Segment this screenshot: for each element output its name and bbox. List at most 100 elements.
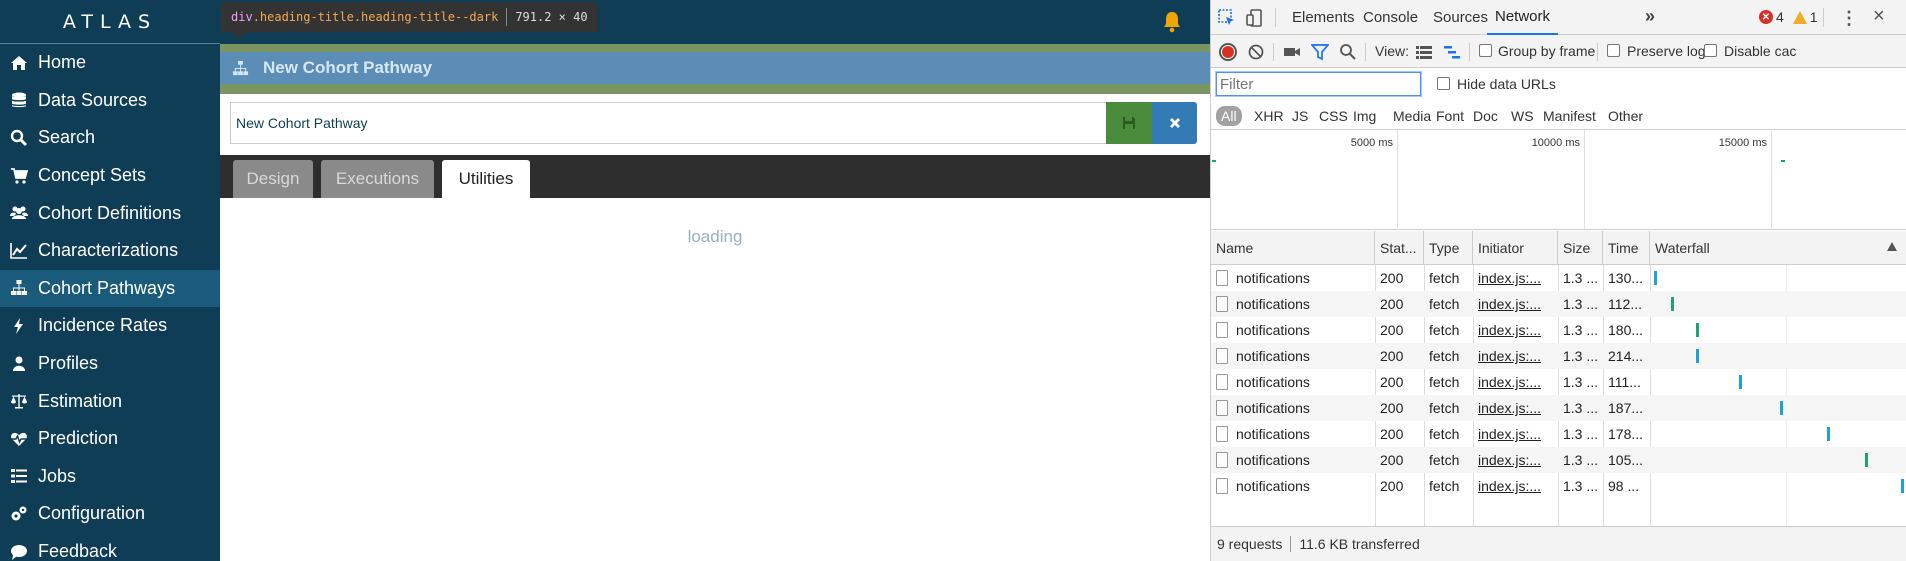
sidebar-item-concept-sets[interactable]: Concept Sets <box>0 157 220 195</box>
kebab-menu-icon[interactable]: ⋮ <box>1840 8 1858 29</box>
sidebar-item-incidence-rates[interactable]: Incidence Rates <box>0 307 220 345</box>
sidebar-item-home[interactable]: Home <box>0 44 220 82</box>
cell-initiator[interactable]: index.js:... <box>1473 421 1558 447</box>
cell-initiator[interactable]: index.js:... <box>1473 395 1558 421</box>
tab-sources[interactable]: Sources <box>1433 0 1488 35</box>
waterfall-bar[interactable] <box>1865 453 1869 467</box>
type-filter-js[interactable]: JS <box>1292 106 1308 126</box>
column-header-name[interactable]: Name <box>1211 231 1375 265</box>
sidebar-item-configuration[interactable]: Configuration <box>0 495 220 533</box>
sidebar-item-jobs[interactable]: Jobs <box>0 458 220 496</box>
column-header-type[interactable]: Type <box>1424 231 1473 265</box>
save-button[interactable] <box>1106 102 1152 144</box>
sidebar-item-estimation[interactable]: Estimation <box>0 382 220 420</box>
preserve-log-checkbox[interactable] <box>1607 44 1620 57</box>
column-header-time[interactable]: Time <box>1603 231 1650 265</box>
waterfall-view-icon[interactable] <box>1443 43 1461 61</box>
column-header-waterfall[interactable]: Waterfall <box>1650 231 1906 265</box>
sidebar-item-search[interactable]: Search <box>0 119 220 157</box>
waterfall-bar[interactable] <box>1900 479 1904 493</box>
type-filter-manifest[interactable]: Manifest <box>1543 106 1596 126</box>
list-view-icon[interactable] <box>1415 43 1433 61</box>
type-filter-all[interactable]: All <box>1216 106 1242 126</box>
view-label: View: <box>1375 43 1409 59</box>
error-warning-counter[interactable]: ✕ 4 1 <box>1759 9 1818 25</box>
table-row[interactable]: notifications 200 fetch index.js:... 1.3 ...… <box>1211 265 1906 291</box>
sidebar-item-cohort-pathways[interactable]: Cohort Pathways <box>0 269 220 308</box>
tab-console[interactable]: Console <box>1363 0 1418 35</box>
table-row[interactable]: notifications 200 fetch index.js:... 1.3 ...… <box>1211 291 1906 317</box>
cell-initiator[interactable]: index.js:... <box>1473 291 1558 317</box>
tab-design[interactable]: Design <box>233 160 313 198</box>
column-header-initiator[interactable]: Initiator <box>1473 231 1558 265</box>
sidebar-item-characterizations[interactable]: Characterizations <box>0 232 220 270</box>
type-filter-doc[interactable]: Doc <box>1473 106 1498 126</box>
column-header-size[interactable]: Size <box>1558 231 1603 265</box>
waterfall-bar[interactable] <box>1653 271 1657 285</box>
table-row[interactable]: notifications 200 fetch index.js:... 1.3 ...… <box>1211 343 1906 369</box>
waterfall-bar[interactable] <box>1696 349 1700 363</box>
page-title: New Cohort Pathway <box>220 52 1210 84</box>
type-filter-media[interactable]: Media <box>1393 106 1431 126</box>
cell-initiator[interactable]: index.js:... <box>1473 317 1558 343</box>
sidebar-item-label: Profiles <box>38 353 99 374</box>
toolbar-divider <box>1365 43 1366 61</box>
timeline-overview[interactable]: 5000 ms 10000 ms 15000 ms <box>1211 130 1906 230</box>
cell-time-text: 130... <box>1608 270 1644 286</box>
sidebar-item-cohort-definitions[interactable]: Cohort Definitions <box>0 194 220 232</box>
search-icon[interactable] <box>1339 43 1357 61</box>
type-filter-ws[interactable]: WS <box>1511 106 1534 126</box>
cell-status: 200 <box>1375 265 1424 291</box>
sidebar-item-profiles[interactable]: Profiles <box>0 345 220 383</box>
waterfall-bar[interactable] <box>1739 375 1743 389</box>
sidebar-item-data-sources[interactable]: Data Sources <box>0 82 220 120</box>
cell-initiator[interactable]: index.js:... <box>1473 473 1558 499</box>
cell-initiator[interactable]: index.js:... <box>1473 369 1558 395</box>
more-tabs-button[interactable]: » <box>1645 6 1655 27</box>
close-button[interactable] <box>1152 102 1197 144</box>
type-filter-img[interactable]: Img <box>1353 106 1376 126</box>
tab-executions[interactable]: Executions <box>321 160 434 198</box>
disable-cache-checkbox[interactable] <box>1704 44 1717 57</box>
tab-network[interactable]: Network <box>1487 0 1559 35</box>
bell-icon[interactable] <box>1162 11 1182 33</box>
waterfall-bar[interactable] <box>1827 427 1831 441</box>
clear-icon[interactable] <box>1247 43 1265 61</box>
hide-data-urls-checkbox[interactable] <box>1437 77 1450 90</box>
sidebar-item-prediction[interactable]: Prediction <box>0 420 220 458</box>
tab-utilities[interactable]: Utilities <box>442 160 530 198</box>
cell-initiator[interactable]: index.js:... <box>1473 265 1558 291</box>
pathway-name-input[interactable] <box>230 102 1106 144</box>
type-filter-font[interactable]: Font <box>1436 106 1464 126</box>
filter-input[interactable] <box>1215 71 1422 97</box>
cell-name: notifications <box>1211 473 1375 499</box>
table-row[interactable]: notifications 200 fetch index.js:... 1.3 ...… <box>1211 473 1906 499</box>
cell-initiator[interactable]: index.js:... <box>1473 343 1558 369</box>
device-toolbar-icon[interactable] <box>1245 8 1265 28</box>
table-row[interactable]: notifications 200 fetch index.js:... 1.3 ...… <box>1211 447 1906 473</box>
table-row[interactable]: notifications 200 fetch index.js:... 1.3 ...… <box>1211 421 1906 447</box>
waterfall-bar[interactable] <box>1779 401 1783 415</box>
close-devtools-icon[interactable]: × <box>1873 5 1885 28</box>
brand-logo[interactable]: ATLAS <box>0 0 220 44</box>
table-row[interactable]: notifications 200 fetch index.js:... 1.3 ...… <box>1211 395 1906 421</box>
cell-name-text: notifications <box>1236 426 1310 442</box>
filter-icon[interactable] <box>1311 43 1329 61</box>
inspect-element-icon[interactable] <box>1217 8 1237 28</box>
type-filter-css[interactable]: CSS <box>1319 106 1348 126</box>
waterfall-bar[interactable] <box>1671 297 1675 311</box>
table-row[interactable]: notifications 200 fetch index.js:... 1.3 ...… <box>1211 369 1906 395</box>
type-filter-other[interactable]: Other <box>1608 106 1643 126</box>
table-row[interactable]: notifications 200 fetch index.js:... 1.3 ...… <box>1211 317 1906 343</box>
waterfall-bar[interactable] <box>1696 323 1700 337</box>
group-by-frame-checkbox[interactable] <box>1479 44 1492 57</box>
cell-size-text: 1.3 ... <box>1563 478 1599 494</box>
type-filter-xhr[interactable]: XHR <box>1254 106 1284 126</box>
sidebar-item-feedback[interactable]: Feedback <box>0 533 220 561</box>
column-header-status[interactable]: Stat... <box>1375 231 1424 265</box>
cell-initiator[interactable]: index.js:... <box>1473 447 1558 473</box>
record-button[interactable] <box>1219 43 1237 61</box>
tab-elements[interactable]: Elements <box>1292 0 1355 35</box>
camera-icon[interactable] <box>1283 43 1301 61</box>
sort-ascending-icon[interactable] <box>1887 242 1897 251</box>
